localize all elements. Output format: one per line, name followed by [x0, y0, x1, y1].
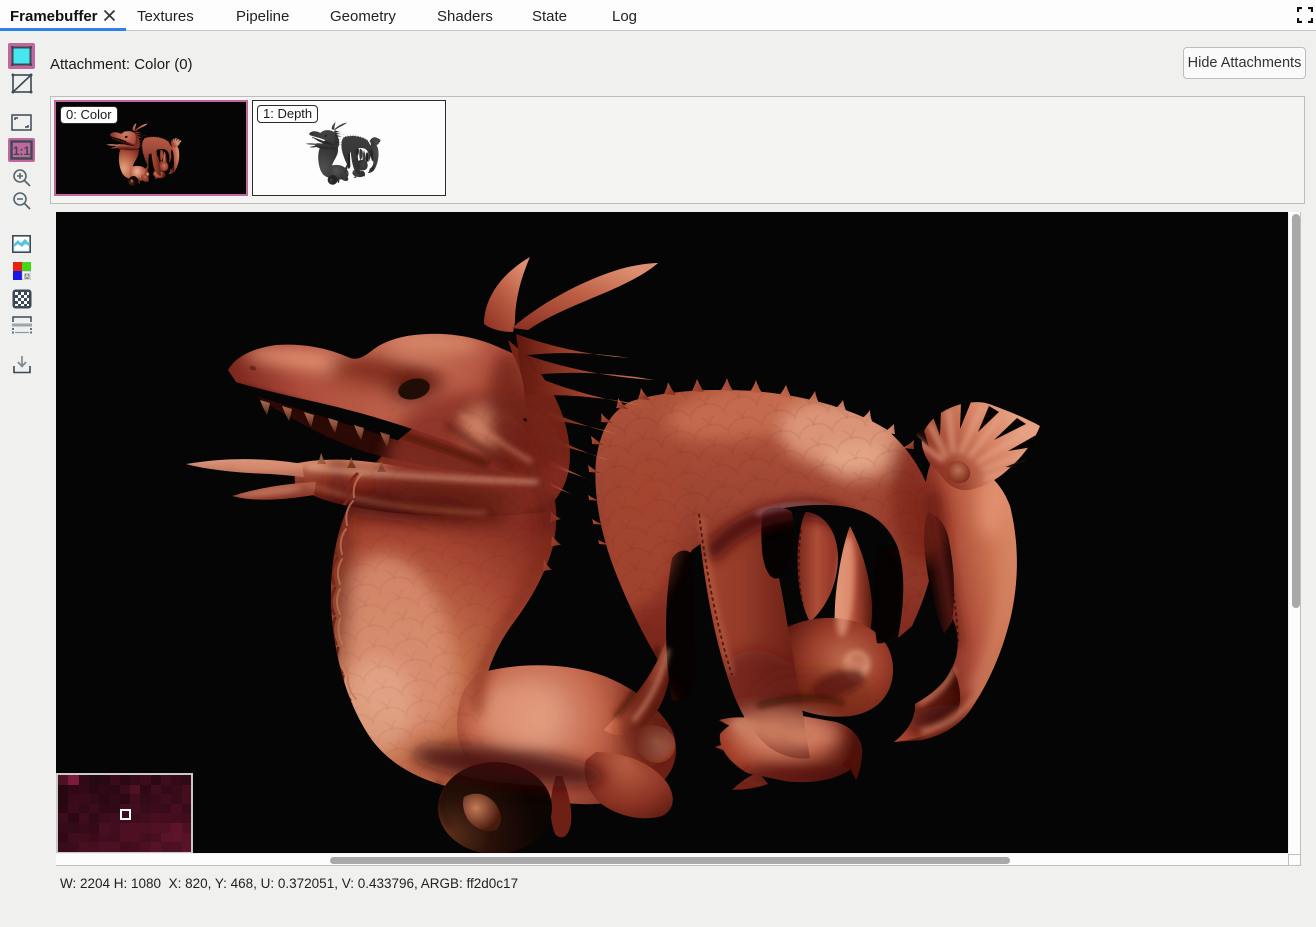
svg-text:1:1: 1:1: [13, 144, 31, 158]
